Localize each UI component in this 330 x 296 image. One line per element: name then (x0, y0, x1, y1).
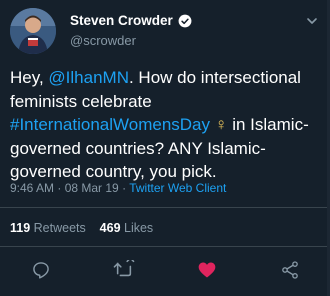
reply-icon (33, 262, 49, 279)
share-button[interactable] (278, 258, 302, 282)
action-bar (0, 258, 330, 284)
reply-button[interactable] (29, 258, 53, 282)
likes-count: 469 (99, 221, 121, 235)
likes-stat[interactable]: 469 Likes (100, 221, 154, 235)
tweet-text: Hey, @IlhanMN. How do intersectional fem… (10, 66, 325, 184)
tweet-time[interactable]: 9:46 AM (10, 181, 54, 195)
heart-icon (198, 262, 216, 278)
avatar-photo (10, 8, 56, 54)
retweets-label: Retweets (30, 221, 86, 235)
avatar[interactable] (10, 8, 56, 54)
tweet-text-intro: Hey, (10, 68, 49, 87)
female-sign-emoji: ♀ (214, 115, 228, 134)
retweets-stat[interactable]: 119 Retweets (10, 221, 86, 235)
tweet-header: Steven Crowder @scrowder (10, 8, 320, 54)
divider (0, 207, 330, 208)
engagement-stats: 119 Retweets 469 Likes (10, 221, 153, 235)
likes-label: Likes (120, 221, 154, 235)
verified-badge-icon (178, 14, 192, 28)
share-icon (282, 261, 298, 279)
name-row: Steven Crowder (70, 13, 192, 28)
mention-link[interactable]: @IlhanMN (48, 68, 129, 87)
divider (0, 246, 330, 247)
tweet-detail: Steven Crowder @scrowder Hey, @IlhanMN. … (0, 0, 330, 296)
user-handle[interactable]: @scrowder (70, 33, 136, 48)
retweet-icon (113, 260, 135, 277)
retweet-button[interactable] (112, 258, 136, 282)
like-button[interactable] (195, 258, 219, 282)
retweets-count: 119 (10, 221, 31, 235)
meta-separator: · (54, 181, 65, 195)
tweet-meta: 9:46 AM · 08 Mar 19 · Twitter Web Client (10, 181, 226, 195)
hashtag-link[interactable]: #InternationalWomensDay (10, 115, 210, 134)
tweet-date[interactable]: 08 Mar 19 (65, 181, 119, 195)
meta-separator: · (118, 181, 130, 195)
client-link[interactable]: Twitter Web Client (129, 181, 226, 195)
chevron-down-icon[interactable] (306, 14, 318, 26)
display-name[interactable]: Steven Crowder (70, 13, 173, 28)
